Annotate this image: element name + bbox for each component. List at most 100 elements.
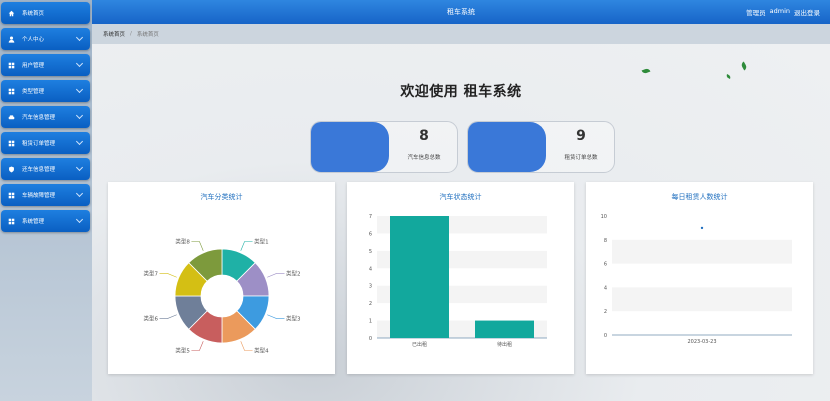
sidebar-item[interactable]: 系统首页 xyxy=(1,2,90,24)
pie-label-line xyxy=(191,241,204,251)
x-tick-label: 待出租 xyxy=(497,341,512,348)
user-icon xyxy=(8,36,15,43)
welcome-heading: 欢迎使用 租车系统 xyxy=(400,84,522,100)
y-tick-label: 1 xyxy=(369,319,372,325)
y-tick-label: 2 xyxy=(604,309,607,315)
sidebar-item-label: 租赁订单管理 xyxy=(22,141,56,147)
pie-slice-label: 类型5 xyxy=(175,347,190,355)
stat-card-color-block xyxy=(468,122,546,172)
pie-label-line xyxy=(267,314,285,319)
chevron-down-icon xyxy=(75,85,84,94)
sidebar-item[interactable]: 用户管理 xyxy=(1,54,90,76)
y-tick-label: 4 xyxy=(604,285,607,291)
pie-slice-label: 类型6 xyxy=(143,315,158,323)
sidebar: 系统首页个人中心用户管理类型管理汽车信息管理 租赁订单管理 还车信息管理 车辆故障管理… xyxy=(0,0,92,401)
pie-label-line xyxy=(240,341,253,351)
y-tick-label: 7 xyxy=(369,214,372,220)
bar-chart: 0 1 2 3 4 5 6 7 已出租 待出租 xyxy=(369,214,547,348)
pie-slice-label: 类型2 xyxy=(286,269,301,277)
pie-slice-label: 类型4 xyxy=(254,347,269,355)
line-chart: 0 2 4 6 8 10 2023-03-23 xyxy=(601,214,792,345)
breadcrumb-separator: / xyxy=(130,31,132,37)
stat-value: 9 xyxy=(576,128,586,144)
grid-icon xyxy=(8,192,15,199)
x-tick-label: 已出租 xyxy=(412,341,427,348)
sidebar-item-label: 汽车信息管理 xyxy=(22,115,56,121)
app-title: 租车系统 xyxy=(447,8,475,16)
user-area: 管理员 admin 退出登录 xyxy=(746,7,820,17)
user-role: 管理员 xyxy=(746,9,766,17)
pie-slice-label: 类型7 xyxy=(143,269,158,277)
main-content: 欢迎使用 租车系统 8 汽车信息总数 9 租赁订单总数 汽车分类统计 类型1 类型… xyxy=(92,44,830,401)
breadcrumb: 系统首页 / 系统首页 xyxy=(92,24,830,44)
y-tick-label: 10 xyxy=(601,214,607,220)
sidebar-item[interactable]: 个人中心 xyxy=(1,28,90,50)
sidebar-item-label: 系统管理 xyxy=(22,219,45,225)
pie-label-line xyxy=(159,314,177,319)
leaf-decoration xyxy=(725,73,732,80)
breadcrumb-home[interactable]: 系统首页 xyxy=(103,30,125,38)
grid-icon xyxy=(8,88,15,95)
stat-card-cars: 8 汽车信息总数 xyxy=(310,121,458,173)
stat-label: 汽车信息总数 xyxy=(407,155,441,161)
sidebar-item-label: 类型管理 xyxy=(22,89,45,95)
grid-band xyxy=(612,239,792,264)
chevron-down-icon xyxy=(75,189,84,198)
x-tick-label: 2023-03-23 xyxy=(687,339,716,345)
stat-card-color-block xyxy=(311,122,389,172)
grid-band xyxy=(612,287,792,312)
leaf-decoration xyxy=(641,67,651,75)
car-icon xyxy=(8,114,15,121)
y-tick-label: 6 xyxy=(369,231,372,237)
y-tick-label: 5 xyxy=(369,249,372,255)
bar-chart-panel: 汽车状态统计 0 1 2 3 4 5 6 7 已出租 待出租 xyxy=(347,182,574,374)
shield-icon xyxy=(8,166,15,173)
pie-slice-label: 类型8 xyxy=(175,237,190,245)
home-icon xyxy=(8,10,15,17)
y-tick-label: 0 xyxy=(604,333,607,339)
pie-label-line xyxy=(267,273,285,278)
sidebar-item-label: 个人中心 xyxy=(22,37,45,43)
chevron-down-icon xyxy=(75,163,84,172)
sidebar-item-label: 还车信息管理 xyxy=(22,167,56,173)
chevron-down-icon xyxy=(75,215,84,224)
sidebar-item[interactable]: 租赁订单管理 xyxy=(1,132,90,154)
pie-slice-label: 类型1 xyxy=(254,237,268,245)
pie-chart: 类型1 类型2 类型3 类型4 类型5 类型6 类型7 类型8 xyxy=(143,237,301,355)
sidebar-item-label: 用户管理 xyxy=(22,63,45,69)
grid-icon xyxy=(8,62,15,69)
pie-label-line xyxy=(159,273,177,278)
pie-slice-label: 类型3 xyxy=(286,315,301,323)
chevron-down-icon xyxy=(75,33,84,42)
stat-label: 租赁订单总数 xyxy=(564,155,598,161)
sidebar-item-label: 系统首页 xyxy=(22,11,45,17)
data-point xyxy=(700,226,704,230)
pie-label-line xyxy=(240,241,253,251)
y-tick-label: 3 xyxy=(369,284,372,290)
grid-icon xyxy=(8,218,15,225)
breadcrumb-current: 系统首页 xyxy=(136,32,159,38)
username: admin xyxy=(769,7,790,15)
stat-card-orders: 9 租赁订单总数 xyxy=(467,121,615,173)
header-bar: 租车系统 管理员 admin 退出登录 xyxy=(92,0,830,24)
y-tick-label: 2 xyxy=(369,301,372,307)
grid-icon xyxy=(8,140,15,147)
sidebar-item[interactable]: 系统管理 xyxy=(1,210,90,232)
y-tick-label: 6 xyxy=(604,262,607,268)
pie-chart-panel: 汽车分类统计 类型1 类型2 类型3 类型4 类型5 类型6 类型7 类型8 xyxy=(108,182,335,374)
chevron-down-icon xyxy=(75,111,84,120)
chevron-down-icon xyxy=(75,137,84,146)
logout-link[interactable]: 退出登录 xyxy=(794,7,820,17)
bar xyxy=(390,216,449,338)
sidebar-item[interactable]: 类型管理 xyxy=(1,80,90,102)
y-tick-label: 4 xyxy=(369,266,372,272)
y-tick-label: 0 xyxy=(369,336,372,342)
sidebar-item[interactable]: 车辆故障管理 xyxy=(1,184,90,206)
chevron-down-icon xyxy=(75,59,84,68)
pie-label-line xyxy=(191,341,204,351)
sidebar-item-label: 车辆故障管理 xyxy=(22,193,56,199)
sidebar-item[interactable]: 汽车信息管理 xyxy=(1,106,90,128)
line-chart-panel: 每日租赁人数统计 0 2 4 6 8 10 2023-03-23 xyxy=(586,182,813,374)
leaf-decoration xyxy=(740,61,748,71)
sidebar-item[interactable]: 还车信息管理 xyxy=(1,158,90,180)
